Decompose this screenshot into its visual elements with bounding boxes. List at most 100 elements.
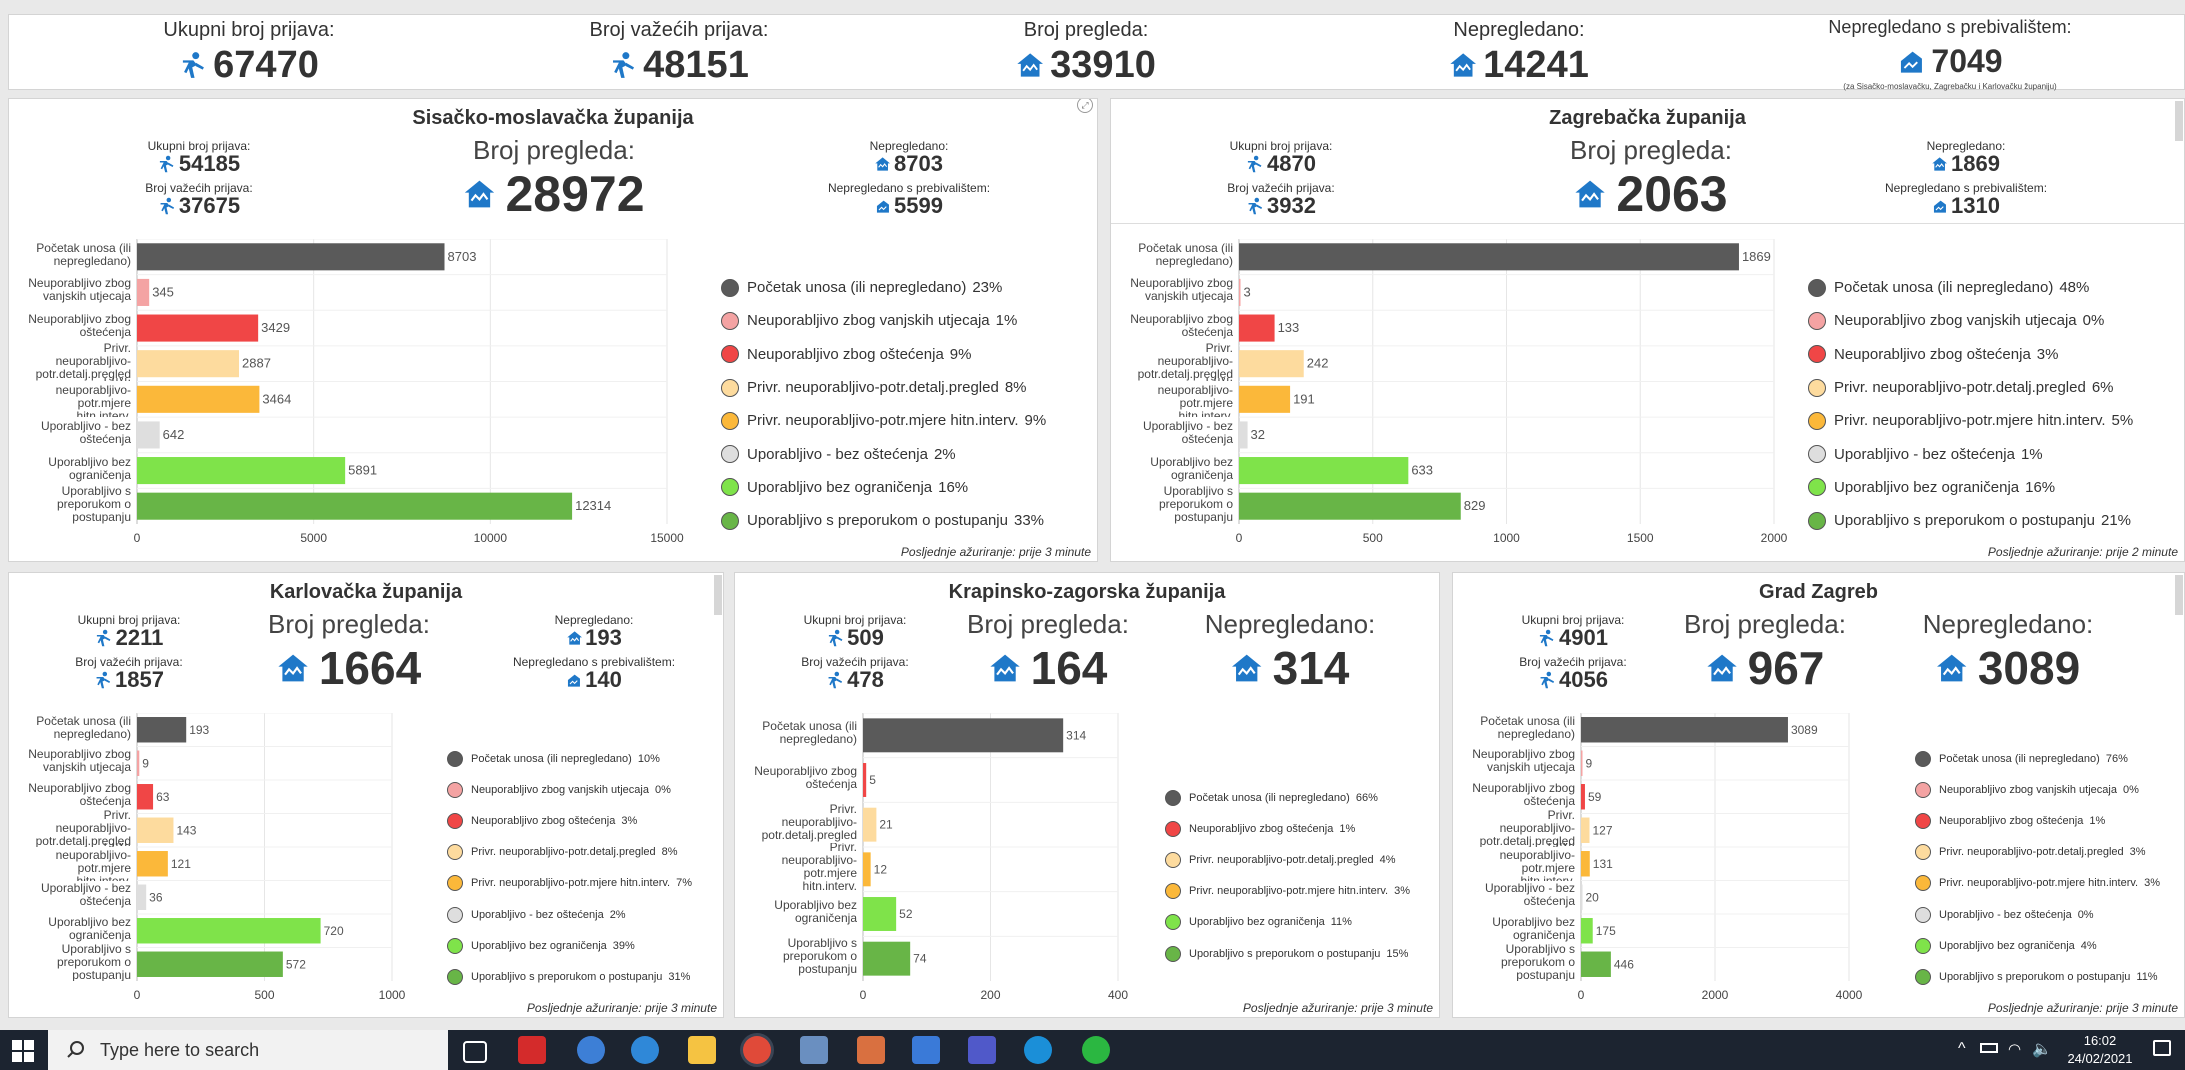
bar[interactable] bbox=[1581, 884, 1583, 910]
bar[interactable] bbox=[137, 243, 445, 271]
edge-icon[interactable] bbox=[1024, 1036, 1052, 1064]
legend-item[interactable]: Uporabljivo s preporukom o postupanju 31% bbox=[447, 961, 692, 992]
bar[interactable] bbox=[1581, 784, 1585, 810]
legend-item[interactable]: Neuporabljivo zbog oštećenja 9% bbox=[721, 338, 1046, 371]
legend-item[interactable]: Privr. neuporabljivo-potr.mjere hitn.int… bbox=[721, 404, 1046, 437]
bar[interactable] bbox=[863, 718, 1064, 753]
bar[interactable] bbox=[137, 784, 154, 810]
chevron-up-icon[interactable]: ^ bbox=[1958, 1040, 1966, 1058]
network-app-icon[interactable] bbox=[631, 1036, 659, 1064]
legend-item[interactable]: Neuporabljivo zbog vanjskih utjecaja 0% bbox=[447, 774, 692, 805]
bar-value-label: 59 bbox=[1588, 790, 1602, 804]
bar[interactable] bbox=[137, 951, 283, 977]
legend-item[interactable]: Uporabljivo s preporukom o postupanju 11% bbox=[1915, 961, 2160, 992]
bar[interactable] bbox=[137, 457, 346, 485]
legend-item[interactable]: Uporabljivo - bez oštećenja 0% bbox=[1915, 899, 2160, 930]
paint-icon[interactable] bbox=[857, 1036, 885, 1064]
legend-item[interactable]: Neuporabljivo zbog oštećenja 3% bbox=[447, 805, 692, 836]
bar[interactable] bbox=[1239, 492, 1461, 520]
bar[interactable] bbox=[1581, 851, 1590, 877]
legend-item[interactable]: Uporabljivo bez ograničenja 39% bbox=[447, 930, 692, 961]
taskbar-search-input[interactable]: Type here to search bbox=[48, 1030, 448, 1070]
bar[interactable] bbox=[137, 717, 187, 743]
legend-item[interactable]: Privr. neuporabljivo-potr.mjere hitn.int… bbox=[1808, 404, 2133, 437]
bar[interactable] bbox=[137, 421, 160, 449]
legend-item[interactable]: Neuporabljivo zbog oštećenja 1% bbox=[1915, 805, 2160, 836]
calculator-icon[interactable] bbox=[800, 1036, 828, 1064]
legend-item[interactable]: Neuporabljivo zbog oštećenja 3% bbox=[1808, 338, 2133, 371]
bar[interactable] bbox=[1239, 314, 1275, 342]
legend-item[interactable]: Privr. neuporabljivo-potr.detalj.pregled… bbox=[447, 837, 692, 868]
bar[interactable] bbox=[137, 350, 240, 378]
legend-item[interactable]: Uporabljivo s preporukom o postupanju 15% bbox=[1165, 938, 1410, 969]
bar[interactable] bbox=[1239, 243, 1739, 271]
battery-icon[interactable] bbox=[1980, 1043, 1998, 1053]
bar[interactable] bbox=[1239, 278, 1241, 306]
legend-item[interactable]: Uporabljivo s preporukom o postupanju 33% bbox=[721, 504, 1046, 537]
notification-icon[interactable] bbox=[2153, 1040, 2171, 1056]
scrollbar[interactable] bbox=[714, 575, 722, 615]
bar[interactable] bbox=[1581, 750, 1583, 776]
windows-start-icon[interactable] bbox=[12, 1040, 34, 1062]
legend-item[interactable]: Uporabljivo bez ograničenja 11% bbox=[1165, 907, 1410, 938]
legend-item[interactable]: Uporabljivo bez ograničenja 4% bbox=[1915, 930, 2160, 961]
volume-icon[interactable]: 🔈 bbox=[2032, 1039, 2052, 1059]
bar[interactable] bbox=[1239, 385, 1291, 413]
magnifier-app-icon[interactable] bbox=[577, 1036, 605, 1064]
legend-item[interactable]: Privr. neuporabljivo-potr.detalj.pregled… bbox=[721, 371, 1046, 404]
legend-item[interactable]: Uporabljivo bez ograničenja 16% bbox=[1808, 471, 2133, 504]
legend-item[interactable]: Neuporabljivo zbog vanjskih utjecaja 0% bbox=[1808, 304, 2133, 337]
legend-item[interactable]: Neuporabljivo zbog vanjskih utjecaja 1% bbox=[721, 304, 1046, 337]
legend-item[interactable]: Početak unosa (ili nepregledano) 23% bbox=[721, 271, 1046, 304]
pen-app-icon[interactable] bbox=[912, 1036, 940, 1064]
bar[interactable] bbox=[863, 941, 911, 976]
bar[interactable] bbox=[137, 750, 140, 776]
scrollbar[interactable] bbox=[2175, 575, 2183, 615]
bar[interactable] bbox=[863, 852, 871, 887]
legend-item[interactable]: Neuporabljivo zbog vanjskih utjecaja 0% bbox=[1915, 774, 2160, 805]
bar[interactable] bbox=[1239, 350, 1304, 378]
legend-item[interactable]: Privr. neuporabljivo-potr.detalj.pregled… bbox=[1165, 844, 1410, 875]
legend-item[interactable]: Privr. neuporabljivo-potr.detalj.pregled… bbox=[1915, 837, 2160, 868]
whatsapp-icon[interactable] bbox=[1082, 1036, 1110, 1064]
acrobat-icon[interactable] bbox=[518, 1036, 546, 1064]
bar[interactable] bbox=[863, 807, 877, 842]
bar[interactable] bbox=[137, 385, 260, 413]
legend-item[interactable]: Početak unosa (ili nepregledano) 66% bbox=[1165, 782, 1410, 813]
task-view-icon[interactable] bbox=[463, 1041, 487, 1063]
wifi-icon[interactable]: ◠ bbox=[2008, 1040, 2021, 1058]
legend-item[interactable]: Početak unosa (ili nepregledano) 10% bbox=[447, 743, 692, 774]
bar[interactable] bbox=[137, 314, 259, 342]
file-explorer-icon[interactable] bbox=[688, 1036, 716, 1064]
bar[interactable] bbox=[137, 278, 150, 306]
bar[interactable] bbox=[1581, 717, 1788, 743]
bar[interactable] bbox=[1239, 457, 1409, 485]
legend-item[interactable]: Uporabljivo - bez oštećenja 2% bbox=[447, 899, 692, 930]
bar[interactable] bbox=[1581, 817, 1590, 843]
bar[interactable] bbox=[137, 884, 147, 910]
bar[interactable] bbox=[137, 492, 573, 520]
bar[interactable] bbox=[1581, 918, 1593, 944]
legend-item[interactable]: Privr. neuporabljivo-potr.mjere hitn.int… bbox=[1165, 876, 1410, 907]
bar[interactable] bbox=[137, 918, 321, 944]
bar[interactable] bbox=[863, 763, 867, 797]
legend-item[interactable]: Početak unosa (ili nepregledano) 48% bbox=[1808, 271, 2133, 304]
bar[interactable] bbox=[1581, 951, 1611, 977]
bar[interactable] bbox=[137, 851, 168, 877]
legend-item[interactable]: Uporabljivo - bez oštećenja 1% bbox=[1808, 437, 2133, 470]
legend-item[interactable]: Privr. neuporabljivo-potr.mjere hitn.int… bbox=[1915, 868, 2160, 899]
legend-item[interactable]: Uporabljivo bez ograničenja 16% bbox=[721, 471, 1046, 504]
chrome-icon[interactable] bbox=[743, 1036, 771, 1064]
bar[interactable] bbox=[863, 897, 897, 931]
legend-item[interactable]: Početak unosa (ili nepregledano) 76% bbox=[1915, 743, 2160, 774]
legend-item[interactable]: Privr. neuporabljivo-potr.mjere hitn.int… bbox=[447, 868, 692, 899]
legend-item[interactable]: Uporabljivo - bez oštećenja 2% bbox=[721, 437, 1046, 470]
clock[interactable]: 16:02 24/02/2021 bbox=[2060, 1032, 2140, 1068]
teams-icon[interactable] bbox=[968, 1036, 996, 1064]
bar[interactable] bbox=[137, 817, 174, 843]
scrollbar[interactable] bbox=[2175, 101, 2183, 141]
legend-item[interactable]: Privr. neuporabljivo-potr.detalj.pregled… bbox=[1808, 371, 2133, 404]
bar[interactable] bbox=[1239, 421, 1248, 449]
legend-item[interactable]: Uporabljivo s preporukom o postupanju 21% bbox=[1808, 504, 2133, 537]
legend-item[interactable]: Neuporabljivo zbog oštećenja 1% bbox=[1165, 813, 1410, 844]
